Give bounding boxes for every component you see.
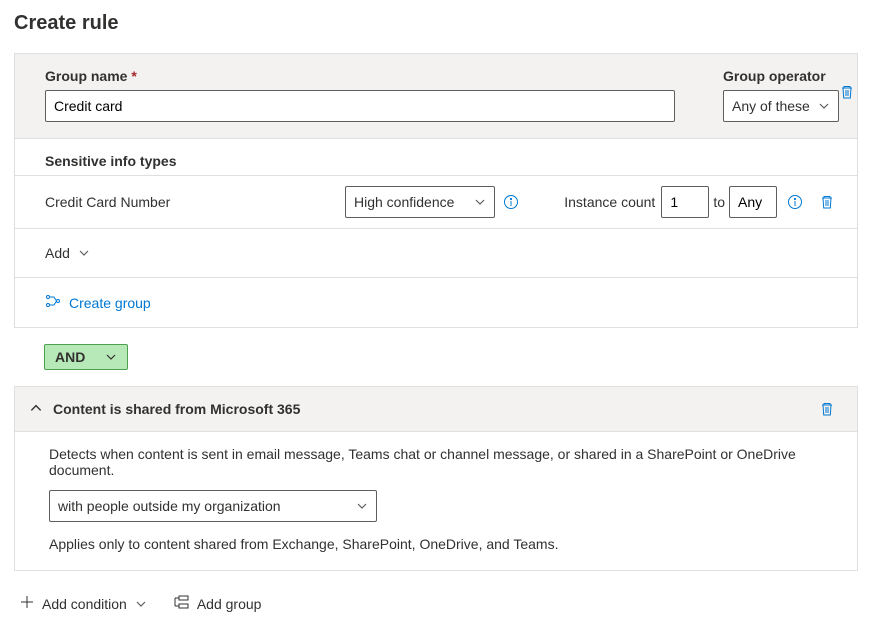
footer-actions: Add condition Add group (14, 589, 858, 618)
group-operator-label: Group operator (723, 68, 839, 84)
group-operator-select[interactable]: Any of these (723, 90, 839, 122)
confidence-select[interactable]: High confidence (345, 186, 495, 218)
delete-condition-icon[interactable] (815, 397, 839, 421)
create-group-row: Create group (15, 277, 857, 327)
instance-from-input[interactable] (661, 186, 709, 218)
chevron-down-icon (78, 247, 90, 259)
group-flow-icon (45, 294, 61, 311)
condition-note: Applies only to content shared from Exch… (49, 536, 839, 552)
sensitive-types-header: Sensitive info types (45, 153, 839, 169)
info-icon[interactable] (783, 190, 807, 214)
instance-to-label: to (713, 194, 725, 210)
condition-body: Detects when content is sent in email me… (14, 432, 858, 571)
group-name-input[interactable] (45, 90, 675, 122)
delete-group-icon[interactable] (835, 80, 859, 104)
instance-count-label: Instance count (564, 194, 655, 210)
chevron-down-icon (135, 598, 147, 610)
add-sensitive-type-button[interactable]: Add (45, 239, 90, 267)
add-row: Add (15, 228, 857, 277)
info-icon[interactable] (499, 190, 523, 214)
condition-description: Detects when content is sent in email me… (49, 446, 839, 478)
add-group-icon (173, 595, 189, 612)
condition-title: Content is shared from Microsoft 365 (53, 401, 805, 417)
delete-row-icon[interactable] (815, 190, 839, 214)
create-group-button[interactable]: Create group (45, 288, 151, 317)
add-condition-button[interactable]: Add condition (20, 589, 147, 618)
logic-operator-pill[interactable]: AND (44, 344, 128, 370)
group-panel: Group name * Group operator Any of these… (14, 53, 858, 328)
chevron-down-icon (818, 100, 830, 112)
chevron-up-icon (29, 401, 43, 418)
share-scope-select[interactable]: with people outside my organization (49, 490, 377, 522)
page-title: Create rule (14, 12, 858, 35)
condition-header[interactable]: Content is shared from Microsoft 365 (14, 386, 858, 432)
sensitive-type-row: Credit Card Number High confidence Insta… (15, 175, 857, 228)
chevron-down-icon (356, 500, 368, 512)
add-group-button[interactable]: Add group (173, 589, 262, 618)
chevron-down-icon (474, 196, 486, 208)
chevron-down-icon (105, 351, 117, 363)
group-name-label: Group name * (45, 68, 675, 84)
plus-icon (20, 595, 34, 612)
sensitive-type-name: Credit Card Number (45, 194, 345, 210)
instance-to-input[interactable] (729, 186, 777, 218)
